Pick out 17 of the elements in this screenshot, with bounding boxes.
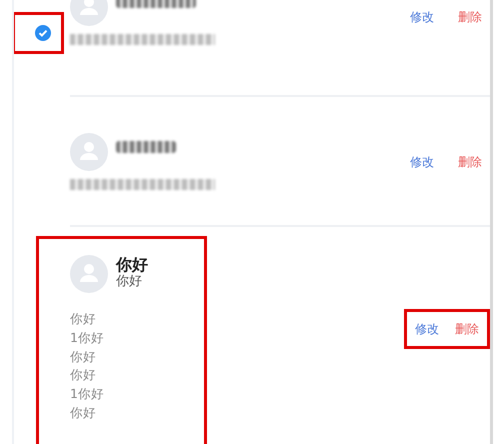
note-line: 你好 <box>70 348 97 366</box>
note-line: 你好 <box>70 310 97 328</box>
edit-link[interactable]: 修改 <box>411 322 443 336</box>
note-line: 你好 <box>70 404 97 422</box>
contact-name: 你好 <box>116 255 148 274</box>
contact-subtitle: 你好 <box>116 274 143 292</box>
avatar-icon <box>70 255 108 293</box>
avatar-icon <box>70 133 108 171</box>
note-line: 你好 <box>70 366 97 384</box>
note-line: 1你好 <box>70 385 105 404</box>
note-line: 1你好 <box>70 328 105 347</box>
edit-link[interactable]: 修改 <box>406 10 438 24</box>
delete-link[interactable]: 删除 <box>451 322 483 336</box>
delete-link[interactable]: 删除 <box>454 10 486 24</box>
checkbox[interactable] <box>35 25 51 41</box>
edit-link[interactable]: 修改 <box>406 155 438 170</box>
delete-link[interactable]: 删除 <box>454 155 486 170</box>
